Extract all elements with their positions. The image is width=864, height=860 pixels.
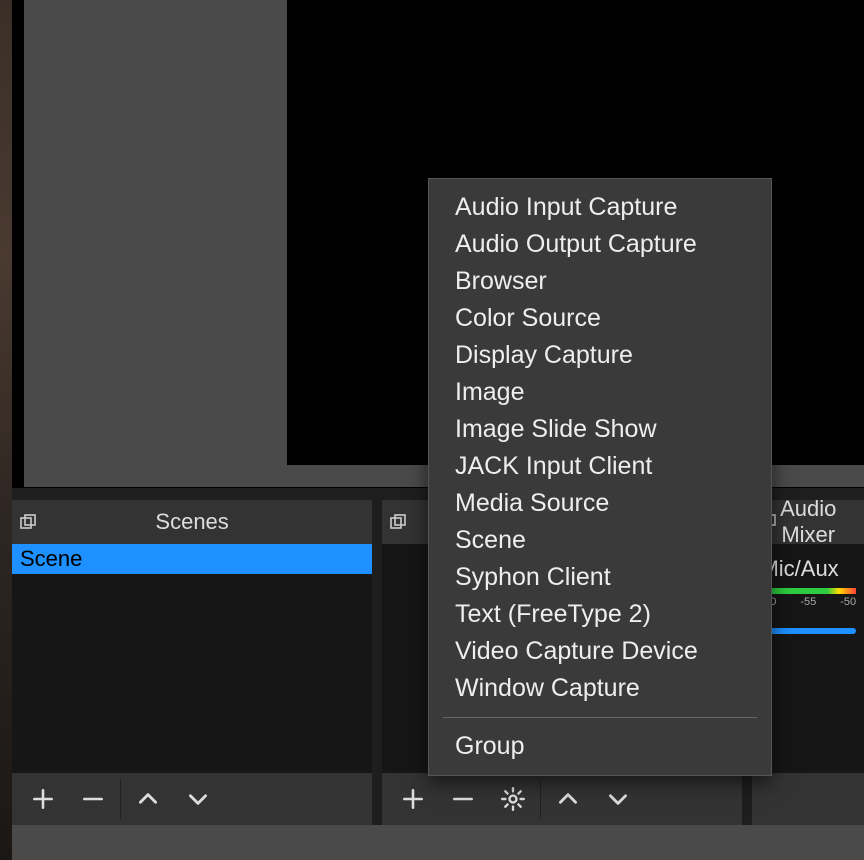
toolbar-separator [120,779,121,819]
menu-item-window-capture[interactable]: Window Capture [429,670,771,707]
menu-item-image[interactable]: Image [429,374,771,411]
menu-item-text-freetype2[interactable]: Text (FreeType 2) [429,596,771,633]
popout-icon[interactable] [388,512,408,532]
menu-item-syphon-client[interactable]: Syphon Client [429,559,771,596]
menu-item-browser[interactable]: Browser [429,263,771,300]
move-scene-up-button[interactable] [123,773,173,825]
scenes-list[interactable]: Scene [12,544,372,773]
scenes-dock: Scenes Scene [12,500,372,825]
menu-item-display-capture[interactable]: Display Capture [429,337,771,374]
menu-item-media-source[interactable]: Media Source [429,485,771,522]
window-edge-sliver [0,0,12,860]
sources-toolbar [382,773,742,825]
scenes-toolbar [12,773,372,825]
menu-item-scene[interactable]: Scene [429,522,771,559]
meter-bar [760,588,856,594]
menu-item-video-capture-device[interactable]: Video Capture Device [429,633,771,670]
menu-item-audio-input-capture[interactable]: Audio Input Capture [429,189,771,226]
volume-slider[interactable] [760,628,856,634]
add-source-button[interactable] [388,773,438,825]
popout-icon[interactable] [18,512,38,532]
bottom-gutter [12,825,864,860]
mixer-toolbar [752,773,864,825]
preview-empty-region [24,0,287,465]
source-properties-button[interactable] [488,773,538,825]
scenes-title: Scenes [12,509,372,535]
remove-source-button[interactable] [438,773,488,825]
meter-tick: -50 [840,596,856,608]
mixer-channel-label: Mic/Aux [760,556,856,582]
add-source-menu: Audio Input Capture Audio Output Capture… [428,178,772,776]
menu-item-image-slide-show[interactable]: Image Slide Show [429,411,771,448]
move-scene-down-button[interactable] [173,773,223,825]
remove-scene-button[interactable] [68,773,118,825]
menu-separator [443,717,757,718]
scenes-header: Scenes [12,500,372,544]
move-source-down-button[interactable] [593,773,643,825]
add-scene-button[interactable] [18,773,68,825]
menu-item-group[interactable]: Group [429,728,771,765]
audio-meter: -60 -55 -50 [760,588,856,606]
menu-item-jack-input-client[interactable]: JACK Input Client [429,448,771,485]
meter-ticks: -60 -55 -50 [760,596,856,608]
toolbar-separator [540,779,541,819]
scene-item[interactable]: Scene [12,544,372,574]
meter-tick: -55 [800,596,816,608]
menu-item-audio-output-capture[interactable]: Audio Output Capture [429,226,771,263]
move-source-up-button[interactable] [543,773,593,825]
menu-item-color-source[interactable]: Color Source [429,300,771,337]
